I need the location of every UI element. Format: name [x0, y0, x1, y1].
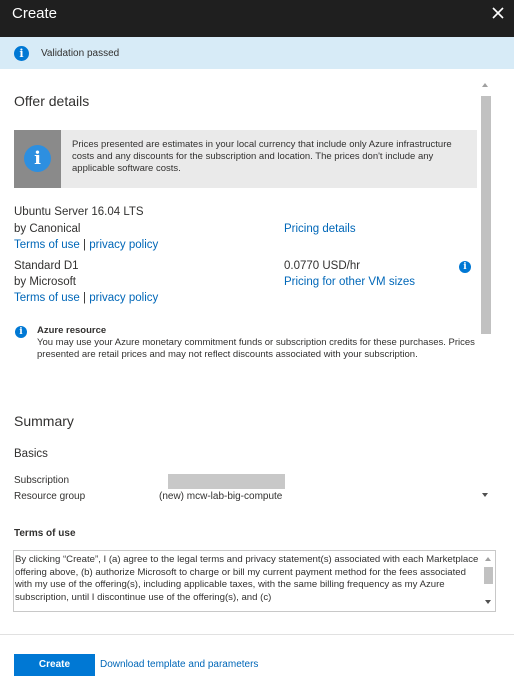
download-template-link[interactable]: Download template and parameters	[100, 659, 258, 670]
blade-header: Create	[0, 0, 514, 37]
blade-title: Create	[12, 5, 58, 22]
pricing-notice: i Prices presented are estimates in your…	[14, 130, 477, 188]
offer-publisher: by Microsoft	[14, 276, 76, 288]
vm-price: 0.0770 USD/hr	[284, 260, 361, 272]
terms-of-use-link[interactable]: Terms of use	[14, 239, 80, 251]
azure-resource-title: Azure resource	[37, 325, 107, 336]
subscription-value-redacted	[168, 474, 285, 489]
summary-heading: Summary	[14, 413, 74, 429]
scroll-up-arrow-icon[interactable]	[485, 557, 491, 561]
pricing-notice-text: Prices presented are estimates in your l…	[72, 139, 452, 174]
footer-divider	[0, 634, 514, 635]
terms-heading: Terms of use	[14, 528, 76, 539]
info-icon: i	[14, 46, 29, 61]
terms-of-use-link[interactable]: Terms of use	[14, 292, 80, 304]
link-separator: |	[83, 239, 87, 251]
pricing-details-link[interactable]: Pricing details	[284, 223, 356, 235]
terms-scrollbar[interactable]	[482, 552, 494, 610]
offer-links: Terms of use | privacy policy	[14, 239, 158, 251]
summary-row-label: Subscription	[14, 475, 70, 486]
basics-label: Basics	[14, 448, 48, 460]
scroll-thumb[interactable]	[484, 567, 493, 584]
offer-details-heading: Offer details	[14, 93, 90, 109]
terms-text: By clicking “Create”, I (a) agree to the…	[15, 554, 479, 603]
azure-resource-text: You may use your Azure monetary commitme…	[37, 337, 475, 360]
scroll-down-arrow-icon[interactable]	[482, 493, 488, 497]
offer-links: Terms of use | privacy policy	[14, 292, 158, 304]
content-scrollbar[interactable]	[479, 78, 493, 504]
terms-textarea[interactable]: By clicking “Create”, I (a) agree to the…	[13, 550, 496, 612]
summary-row-label: Resource group	[14, 491, 86, 502]
notice-icon-panel: i	[14, 130, 61, 188]
validation-banner: i Validation passed	[0, 37, 514, 69]
scroll-down-arrow-icon[interactable]	[485, 600, 491, 604]
info-icon: i	[24, 145, 51, 172]
link-separator: |	[83, 292, 87, 304]
scroll-up-arrow-icon[interactable]	[482, 83, 488, 87]
summary-row-value: (new) mcw-lab-big-compute	[159, 491, 283, 502]
offer-publisher: by Canonical	[14, 223, 81, 235]
info-icon[interactable]: i	[459, 261, 471, 273]
pricing-other-sizes-link[interactable]: Pricing for other VM sizes	[284, 276, 415, 288]
validation-text: Validation passed	[41, 48, 120, 59]
offer-name: Standard D1	[14, 260, 79, 272]
scroll-thumb[interactable]	[481, 96, 491, 334]
create-button[interactable]: Create	[14, 654, 95, 676]
privacy-policy-link[interactable]: privacy policy	[89, 239, 158, 251]
review-content: Offer details i Prices presented are est…	[0, 78, 496, 504]
offer-name: Ubuntu Server 16.04 LTS	[14, 206, 144, 218]
privacy-policy-link[interactable]: privacy policy	[89, 292, 158, 304]
info-icon: i	[15, 326, 27, 338]
close-icon[interactable]	[488, 3, 508, 23]
